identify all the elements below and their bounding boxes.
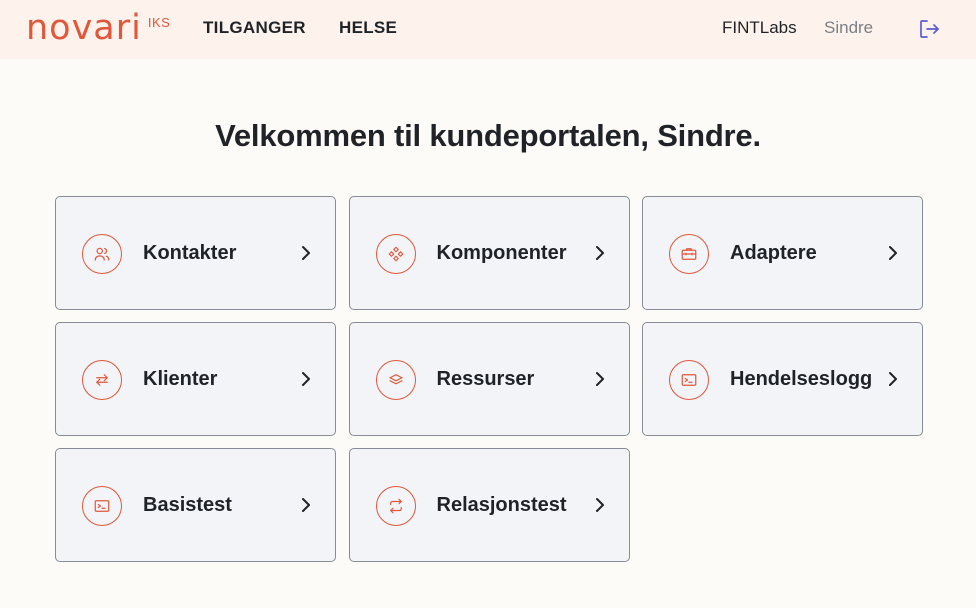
logo-wordmark: novari — [26, 8, 142, 48]
swap-arrows-icon — [82, 360, 122, 400]
user-name: Sindre — [824, 18, 874, 37]
components-icon — [375, 234, 416, 274]
chevron-right-icon — [299, 244, 313, 262]
chevron-right-icon — [593, 496, 607, 514]
card-label: Klienter — [143, 368, 218, 390]
terminal-icon — [669, 360, 709, 400]
logo-suffix: IKS — [147, 15, 171, 30]
card-label: Kontakter — [143, 242, 237, 264]
nav-helse[interactable]: HELSE — [339, 18, 397, 38]
nav-tilganger[interactable]: TILGANGER — [203, 18, 306, 38]
card-basistest[interactable]: Basistest — [55, 448, 336, 562]
welcome-heading: Velkommen til kundeportalen, Sindre. — [215, 118, 761, 153]
card-label: Basistest — [143, 494, 232, 516]
chevron-right-icon — [299, 496, 313, 514]
card-komponenter[interactable]: Komponenter — [348, 196, 630, 310]
card-label: Relasjonstest — [436, 494, 567, 516]
org-selector[interactable]: FINTLabs — [722, 18, 797, 38]
card-adaptere[interactable]: Adaptere — [642, 196, 923, 310]
chevron-right-icon — [593, 244, 607, 262]
card-relasjonstest[interactable]: Relasjonstest — [348, 448, 630, 562]
portal-card-grid: Kontakter Komponenter Adaptere Klienter … — [55, 196, 923, 562]
card-label: Komponenter — [436, 242, 567, 264]
card-klienter[interactable]: Klienter — [55, 322, 336, 436]
chevron-right-icon — [593, 370, 607, 388]
top-header: novari IKS TILGANGER HELSE FINTLabs Sind… — [0, 0, 976, 59]
card-label: Ressurser — [436, 368, 535, 390]
card-label: Adaptere — [730, 242, 817, 264]
toolbox-icon — [669, 234, 709, 274]
layers-icon — [375, 360, 416, 400]
card-label: Hendelseslogg — [730, 368, 873, 390]
chevron-right-icon — [886, 244, 900, 262]
repeat-arrows-icon — [375, 486, 416, 526]
chevron-right-icon — [299, 370, 313, 388]
card-hendelseslogg[interactable]: Hendelseslogg — [642, 322, 923, 436]
novari-logo[interactable]: novari IKS — [26, 10, 176, 50]
card-kontakter[interactable]: Kontakter — [55, 196, 336, 310]
logout-icon[interactable] — [917, 17, 941, 41]
contacts-icon — [82, 234, 122, 274]
chevron-right-icon — [886, 370, 900, 388]
terminal-icon — [82, 486, 122, 526]
card-ressurser[interactable]: Ressurser — [348, 322, 630, 436]
